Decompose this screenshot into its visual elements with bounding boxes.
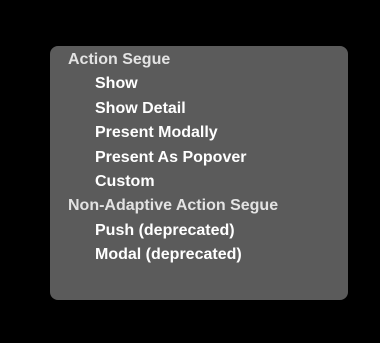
menu-item-show-detail[interactable]: Show Detail bbox=[50, 97, 348, 121]
menu-item-push-deprecated[interactable]: Push (deprecated) bbox=[50, 219, 348, 243]
section-header-action-segue: Action Segue bbox=[68, 51, 171, 68]
screen-background: Action Segue Show Show Detail Present Mo… bbox=[0, 0, 380, 343]
menu-item-present-as-popover[interactable]: Present As Popover bbox=[50, 146, 348, 170]
menu-item-modal-deprecated[interactable]: Modal (deprecated) bbox=[50, 243, 348, 267]
menu-item-present-modally[interactable]: Present Modally bbox=[50, 121, 348, 145]
menu-item-show[interactable]: Show bbox=[50, 72, 348, 96]
segue-context-menu: Action Segue Show Show Detail Present Mo… bbox=[50, 46, 348, 300]
menu-item-custom[interactable]: Custom bbox=[50, 170, 348, 194]
section-header-non-adaptive-action-segue: Non-Adaptive Action Segue bbox=[68, 197, 279, 215]
